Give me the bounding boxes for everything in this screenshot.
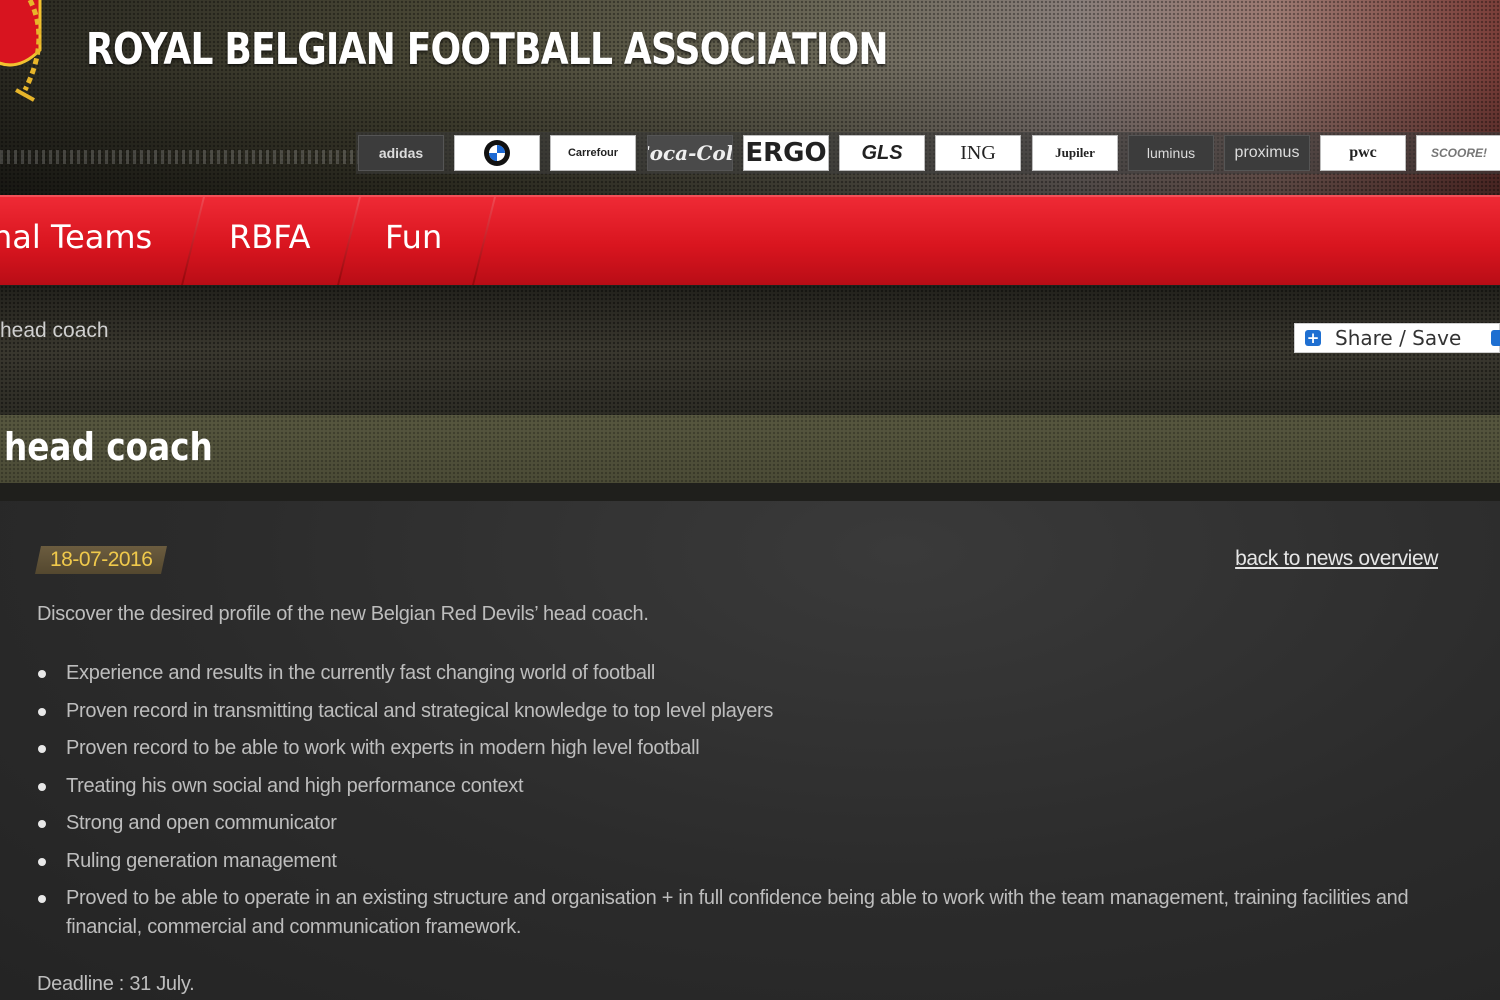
- share-save-label: Share / Save: [1335, 326, 1462, 350]
- title-divider: [0, 483, 1500, 501]
- sponsor-logo-ergo[interactable]: ERGO: [743, 135, 829, 171]
- nav-separator: [337, 197, 361, 285]
- list-item: Proved to be able to operate in an exist…: [37, 884, 1457, 942]
- site-header: ROYAL BELGIAN FOOTBALL ASSOCIATION adida…: [0, 0, 1500, 195]
- list-item: Strong and open communicator: [37, 809, 1457, 838]
- sponsor-logo-proximus[interactable]: proximus: [1224, 135, 1310, 171]
- sponsor-logo-ing[interactable]: ING: [935, 135, 1021, 171]
- sponsor-logo-scoore[interactable]: SCOORE!: [1416, 135, 1500, 171]
- sponsor-bar: adidas Carrefour Coca-Cola ERGO GLS ING …: [356, 132, 1500, 174]
- sponsor-label: Carrefour: [567, 147, 619, 159]
- sponsor-logo-jupiler[interactable]: Jupiler: [1032, 135, 1118, 171]
- list-item: Proven record in transmitting tactical a…: [37, 697, 1457, 726]
- list-item: Experience and results in the currently …: [37, 659, 1457, 688]
- sponsor-label: GLS: [861, 141, 903, 164]
- deadline-text: Deadline : 31 July.: [37, 973, 195, 995]
- sponsor-logo-gls[interactable]: GLS: [839, 135, 925, 171]
- list-item: Treating his own social and high perform…: [37, 772, 1457, 801]
- back-to-news-link[interactable]: back to news overview: [1235, 547, 1438, 571]
- sponsor-logo-pwc[interactable]: pwc: [1320, 135, 1406, 171]
- nav-separator: [472, 197, 496, 285]
- plus-icon: +: [1305, 329, 1321, 347]
- site-title[interactable]: ROYAL BELGIAN FOOTBALL ASSOCIATION: [86, 24, 889, 75]
- date-badge: 18-07-2016: [35, 546, 168, 574]
- sponsor-logo-adidas[interactable]: adidas: [358, 135, 444, 171]
- nav-item-national-teams[interactable]: nal Teams: [0, 197, 152, 285]
- nav-item-fun[interactable]: Fun: [385, 197, 442, 285]
- sponsor-label: proximus: [1234, 144, 1300, 161]
- page-title: head coach: [4, 425, 213, 469]
- article-intro: Discover the desired profile of the new …: [37, 603, 649, 625]
- bmw-roundel-icon: [484, 140, 510, 166]
- sponsor-label: Coca-Cola: [648, 141, 733, 165]
- sponsor-label: pwc: [1349, 144, 1377, 161]
- breadcrumb-area: head coach + Share / Save: [0, 285, 1500, 415]
- nav-separator: [181, 197, 205, 285]
- sponsor-label: ING: [960, 141, 996, 164]
- sponsor-label: SCOORE!: [1430, 146, 1487, 160]
- list-item: Ruling generation management: [37, 847, 1457, 876]
- sponsor-label: luminus: [1146, 145, 1196, 161]
- sponsor-logo-bmw[interactable]: [454, 135, 540, 171]
- page-title-band: head coach: [0, 415, 1500, 483]
- header-decoration: [0, 150, 360, 164]
- main-nav: nal Teams RBFA Fun: [0, 195, 1500, 285]
- sponsor-logo-luminus[interactable]: luminus: [1128, 135, 1214, 171]
- sponsor-logo-carrefour[interactable]: Carrefour: [550, 135, 636, 171]
- share-save-button[interactable]: + Share / Save: [1294, 323, 1500, 353]
- header-shade: [0, 60, 1500, 195]
- facebook-share-icon[interactable]: [1491, 330, 1500, 346]
- article-date: 18-07-2016: [50, 548, 153, 571]
- requirements-list: Experience and results in the currently …: [37, 659, 1457, 951]
- sponsor-label: ERGO: [745, 138, 827, 168]
- breadcrumb[interactable]: head coach: [0, 319, 109, 343]
- list-item: Proven record to be able to work with ex…: [37, 734, 1457, 763]
- sponsor-label: Jupiler: [1055, 145, 1095, 160]
- sponsor-logo-coca-cola[interactable]: Coca-Cola: [647, 135, 733, 171]
- rbfa-crest-icon[interactable]: [0, 0, 50, 110]
- nav-item-rbfa[interactable]: RBFA: [229, 197, 311, 285]
- article-content: 18-07-2016 back to news overview Discove…: [0, 501, 1500, 1000]
- sponsor-label: adidas: [378, 145, 424, 161]
